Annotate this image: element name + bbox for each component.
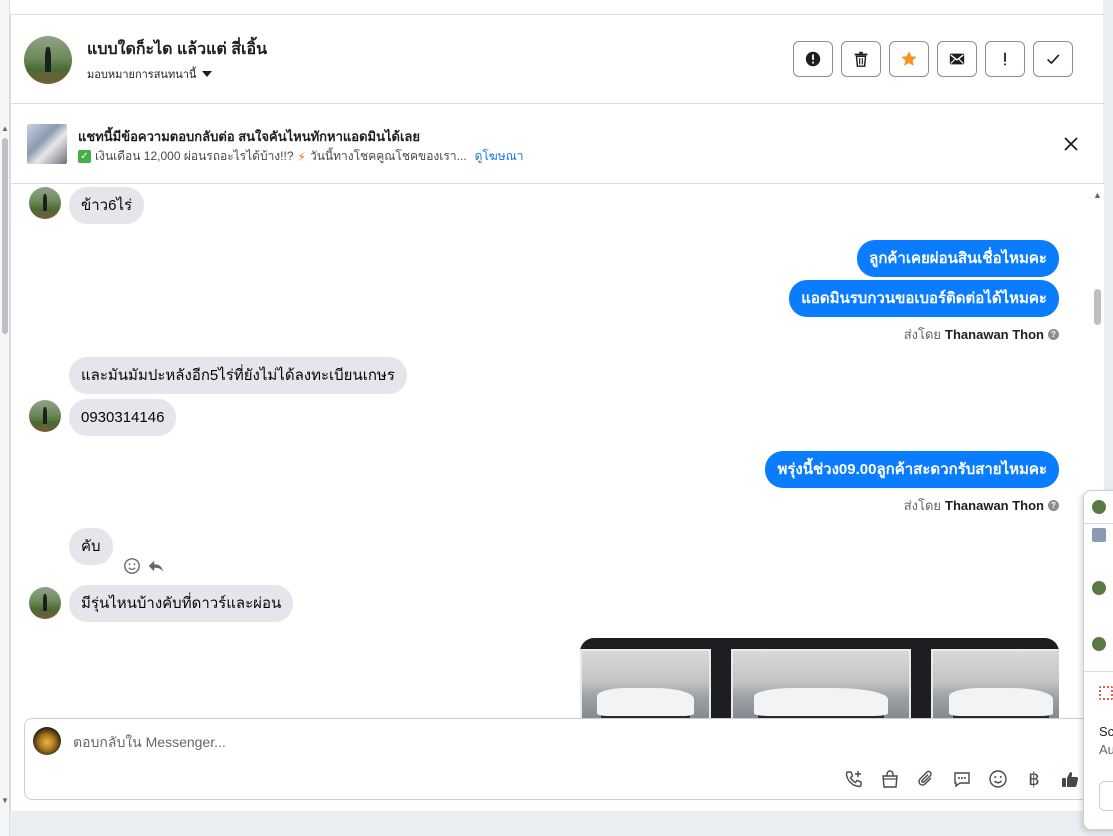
- scrollbar-thumb[interactable]: [2, 138, 8, 334]
- thumbs-up-icon[interactable]: [1059, 768, 1081, 790]
- contact-avatar[interactable]: [29, 187, 61, 219]
- mark-unread-button[interactable]: [937, 41, 977, 77]
- page-avatar: [33, 727, 61, 755]
- contact-avatar[interactable]: [24, 36, 72, 84]
- mini-avatar: [1092, 581, 1106, 595]
- mark-spam-button[interactable]: [793, 41, 833, 77]
- outgoing-message[interactable]: ลูกค้าเคยผ่อนสินเชื่อไหมคะ: [857, 240, 1059, 277]
- ad-thumbnail[interactable]: [27, 124, 67, 164]
- ad-subtitle-part1: เงินเดือน 12,000 ผ่อนรถอะไรได้บ้าง!!?: [95, 149, 294, 163]
- caret-down-icon: [202, 71, 213, 77]
- mark-done-button[interactable]: [1033, 41, 1073, 77]
- image-attachment-strip[interactable]: [580, 638, 1059, 719]
- checkmark-icon: [1047, 54, 1060, 65]
- ad-title: แชทนี้มีข้อความตอบกลับต่อ สนใจคันไหนทักห…: [78, 129, 421, 144]
- help-icon[interactable]: ?: [1048, 329, 1059, 340]
- sent-by-name: Thanawan Thon: [945, 327, 1044, 342]
- messenger-inbox-app: ▲ ▼ แบบใดก็ะได แล้วแต่ สี่เอิ้น มอบหมายก…: [0, 0, 1113, 836]
- reply-composer: ฿: [24, 718, 1091, 800]
- outgoing-message[interactable]: พรุ่งนี้ช่วง09.00ลูกค้าสะดวกรับสายไหมคะ: [765, 451, 1059, 488]
- composer-tools: ฿: [843, 768, 1081, 790]
- outgoing-message[interactable]: แอดมินรบกวนขอเบอร์ติดต่อได้ไหมคะ: [789, 280, 1059, 317]
- contact-avatar[interactable]: [29, 400, 61, 432]
- side-chat-popup[interactable]: Sc Au: [1083, 490, 1113, 830]
- popup-button[interactable]: [1099, 781, 1113, 811]
- car-photo[interactable]: [731, 649, 911, 719]
- mini-avatar[interactable]: [1092, 500, 1106, 514]
- divider: [1084, 671, 1113, 672]
- sent-by-prefix: ส่งโดย: [903, 327, 942, 342]
- conversation-header: แบบใดก็ะได แล้วแต่ สี่เอิ้น มอบหมายการสน…: [11, 15, 1104, 104]
- app-mini-icon: [1099, 686, 1113, 700]
- contact-avatar[interactable]: [29, 587, 61, 619]
- delete-button[interactable]: [841, 41, 881, 77]
- close-icon[interactable]: [1061, 134, 1081, 154]
- incoming-message[interactable]: มีรุ่นไหนบ้างคับที่ดาวร์และผ่อน: [69, 585, 294, 622]
- sent-by-label: ส่งโดย Thanawan Thon ?: [904, 495, 1059, 516]
- chat-bubble-icon[interactable]: [951, 768, 973, 790]
- sent-by-label: ส่งโดย Thanawan Thon ?: [904, 324, 1059, 345]
- envelope-icon: [949, 53, 965, 65]
- incoming-message[interactable]: และมันมัมปะหลังอีก5ไร่ที่ยังไม่ได้ลงทะเบ…: [69, 357, 407, 394]
- scroll-up-arrow-icon[interactable]: ▲: [1093, 190, 1102, 200]
- shopping-bag-icon[interactable]: [879, 768, 901, 790]
- reply-icon[interactable]: [147, 557, 165, 575]
- popup-text-2: Au: [1099, 742, 1113, 757]
- check-box-icon: ✓: [78, 150, 91, 163]
- view-ad-link[interactable]: ดูโฆษณา: [475, 147, 524, 166]
- exclamation-circle-icon: [805, 51, 821, 67]
- popup-text-1: Sc: [1099, 724, 1113, 739]
- ad-subtitle-part2: วันนี้ทางโชคคูณโชคของเรา...: [309, 149, 467, 163]
- reply-input[interactable]: [73, 731, 773, 753]
- ad-mini-thumbnail: [1092, 528, 1106, 542]
- assign-label: มอบหมายการสนทนานี้: [87, 69, 197, 81]
- car-photo[interactable]: [931, 649, 1059, 719]
- contact-name[interactable]: แบบใดก็ะได แล้วแต่ สี่เอิ้น: [87, 37, 267, 62]
- emoji-react-icon[interactable]: [123, 557, 141, 575]
- incoming-message[interactable]: คับ: [69, 528, 113, 565]
- scroll-up-arrow-icon[interactable]: ▲: [1, 124, 9, 133]
- paperclip-icon[interactable]: [915, 768, 937, 790]
- star-icon: [901, 51, 917, 66]
- assign-conversation-dropdown[interactable]: มอบหมายการสนทนานี้: [87, 65, 213, 83]
- sent-by-prefix: ส่งโดย: [903, 498, 942, 513]
- incoming-message[interactable]: ข้าว6ไร่: [69, 187, 145, 224]
- scroll-down-arrow-icon[interactable]: ▼: [1, 796, 9, 805]
- message-list: ข้าว6ไร่ ลูกค้าเคยผ่อนสินเชื่อไหมคะ แอดม…: [11, 184, 1091, 719]
- follow-up-button[interactable]: [985, 41, 1025, 77]
- help-icon[interactable]: ?: [1048, 500, 1059, 511]
- car-photo[interactable]: [580, 649, 711, 719]
- top-divider: [10, 0, 1103, 15]
- conversation-panel: แบบใดก็ะได แล้วแต่ สี่เอิ้น มอบหมายการสน…: [10, 15, 1104, 811]
- scrollbar-thumb[interactable]: [1094, 289, 1101, 325]
- left-scrollbar[interactable]: ▲ ▼: [0, 0, 10, 836]
- emoji-icon[interactable]: [987, 768, 1009, 790]
- sent-by-name: Thanawan Thon: [945, 498, 1044, 513]
- ad-context-banner: แชทนี้มีข้อความตอบกลับต่อ สนใจคันไหนทักห…: [11, 104, 1104, 184]
- mini-avatar: [1092, 637, 1106, 651]
- header-actions: [793, 41, 1073, 77]
- trash-icon: [854, 51, 868, 67]
- divider: [1084, 523, 1113, 524]
- lightning-icon: ⚡: [297, 149, 306, 164]
- baht-icon[interactable]: ฿: [1023, 768, 1045, 790]
- message-reactions: [123, 557, 165, 575]
- exclamation-icon: [1004, 52, 1006, 66]
- star-button[interactable]: [889, 41, 929, 77]
- ad-subtitle: ✓ เงินเดือน 12,000 ผ่อนรถอะไรได้บ้าง!!? …: [78, 147, 524, 166]
- incoming-message[interactable]: 0930314146: [69, 399, 177, 436]
- call-add-icon[interactable]: [843, 768, 865, 790]
